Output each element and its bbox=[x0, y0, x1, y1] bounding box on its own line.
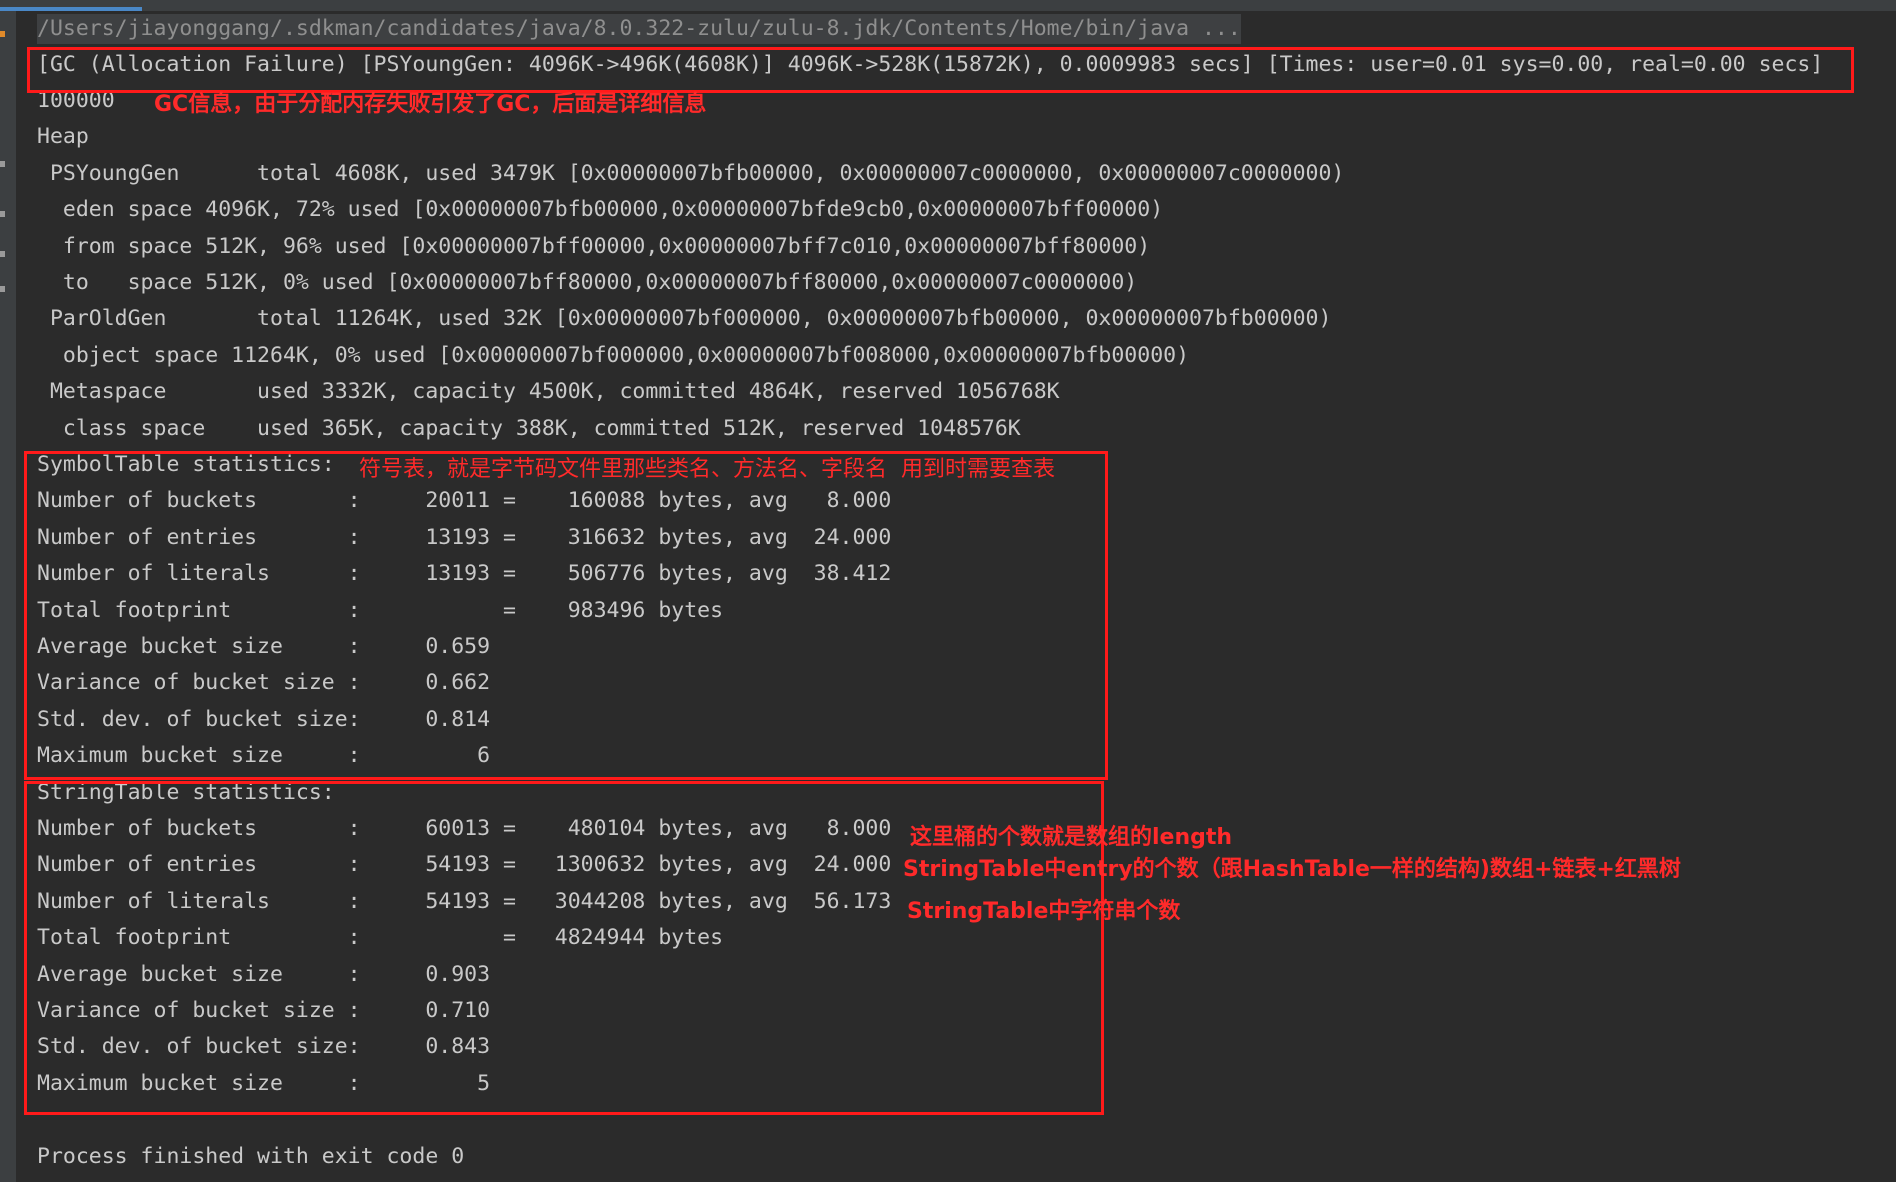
heap-line: object space 11264K, 0% used [0x00000007… bbox=[37, 343, 1190, 368]
heap-line: PSYoungGen total 4608K, used 3479K [0x00… bbox=[37, 161, 1345, 186]
run-marker-icon bbox=[0, 31, 5, 37]
run-tab-indicator bbox=[0, 7, 142, 11]
symboltable-annotation: 符号表，就是字节码文件里那些类名、方法名、字段名 用到时需要查表 bbox=[359, 457, 1055, 482]
left-gutter bbox=[0, 11, 16, 1182]
exit-line: Process finished with exit code 0 bbox=[37, 1144, 465, 1169]
gutter-marker-icon bbox=[0, 161, 5, 167]
heap-header: Heap bbox=[37, 124, 89, 149]
title-bar bbox=[0, 0, 1896, 11]
heap-line: from space 512K, 96% used [0x00000007bff… bbox=[37, 234, 1151, 259]
heap-line: to space 512K, 0% used [0x00000007bff800… bbox=[37, 270, 1138, 295]
gc-annotation: GC信息，由于分配内存失败引发了GC，后面是详细信息 bbox=[154, 92, 707, 117]
heap-line: ParOldGen total 11264K, used 32K [0x0000… bbox=[37, 306, 1332, 331]
heap-line: class space used 365K, capacity 388K, co… bbox=[37, 416, 1021, 441]
gutter-marker-icon bbox=[0, 251, 5, 257]
gutter-marker-icon bbox=[0, 286, 5, 292]
heap-line: eden space 4096K, 72% used [0x00000007bf… bbox=[37, 197, 1164, 222]
command-line: /Users/jiayonggang/.sdkman/candidates/ja… bbox=[37, 14, 1241, 44]
buckets-annotation: 这里桶的个数就是数组的length bbox=[910, 825, 1233, 850]
gc-highlight-box bbox=[27, 47, 1854, 93]
symboltable-highlight-box bbox=[24, 451, 1108, 780]
gutter-marker-icon bbox=[0, 211, 5, 217]
heap-line: Metaspace used 3332K, capacity 4500K, co… bbox=[37, 379, 1060, 404]
entries-annotation: StringTable中entry的个数（跟HashTable一样的结构)数组+… bbox=[903, 857, 1681, 882]
literals-annotation: StringTable中字符串个数 bbox=[907, 899, 1181, 924]
